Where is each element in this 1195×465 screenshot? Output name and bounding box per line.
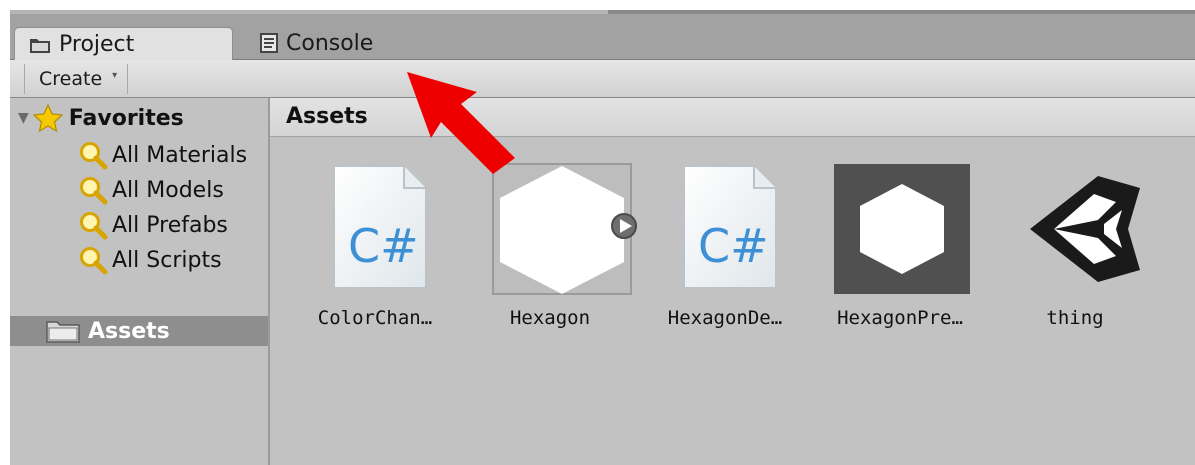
search-icon	[78, 210, 108, 240]
sidebar-item-all-prefabs[interactable]: All Prefabs	[78, 210, 228, 240]
asset-name: Hexagon	[509, 307, 591, 329]
search-icon	[78, 140, 108, 170]
svg-text:C#: C#	[348, 219, 419, 273]
sidebar-item-label: All Materials	[112, 142, 248, 168]
asset-name: HexagonPre…	[837, 307, 963, 329]
svg-text:C#: C#	[698, 219, 769, 273]
chevron-down-icon: ▾	[112, 69, 118, 81]
tab-console-label: Console	[286, 30, 374, 56]
create-dropdown-button[interactable]: Create ▾	[24, 64, 129, 94]
search-icon	[78, 245, 108, 275]
search-icon	[78, 175, 108, 205]
asset-name: HexagonDe…	[667, 307, 783, 329]
unity-project-window: Project Console Create ▾ ▼ Favorites All	[10, 10, 1195, 465]
unity-logo-icon	[1030, 176, 1140, 282]
console-icon	[260, 33, 278, 53]
folder-icon	[46, 319, 80, 343]
sprite-icon	[492, 163, 637, 295]
tab-console[interactable]: Console	[260, 26, 460, 60]
sidebar-item-label: All Scripts	[112, 247, 222, 273]
tab-bar: Project Console	[10, 14, 1195, 61]
red-arrow-annotation	[407, 72, 515, 174]
sidebar-item-assets[interactable]: Assets	[10, 316, 268, 346]
tab-project-label: Project	[59, 32, 135, 57]
asset-name: thing	[1046, 307, 1104, 329]
sidebar-item-label: Assets	[88, 318, 170, 344]
prefab-icon	[834, 164, 970, 294]
expand-triangle-icon[interactable]: ▼	[18, 110, 29, 126]
favorites-header[interactable]: ▼ Favorites	[18, 104, 184, 132]
sidebar-item-label: All Prefabs	[112, 212, 228, 238]
sidebar-item-all-materials[interactable]: All Materials	[78, 140, 247, 170]
star-icon	[32, 104, 63, 132]
asset-name: ColorChan…	[317, 307, 433, 329]
page-title: Assets	[286, 104, 368, 129]
folder-icon	[29, 36, 51, 54]
csharp-script-icon: C#	[333, 165, 427, 289]
sidebar-item-all-scripts[interactable]: All Scripts	[78, 245, 222, 275]
sidebar-item-all-models[interactable]: All Models	[78, 175, 224, 205]
csharp-script-icon: C#	[683, 165, 777, 289]
favorites-label: Favorites	[68, 105, 184, 131]
project-toolbar: Create ▾	[10, 60, 1195, 98]
sidebar-item-label: All Models	[112, 177, 224, 203]
tab-project[interactable]: Project	[14, 27, 233, 61]
sidebar: ▼ Favorites All Materials All Models All…	[10, 98, 270, 465]
create-label: Create	[39, 68, 103, 90]
